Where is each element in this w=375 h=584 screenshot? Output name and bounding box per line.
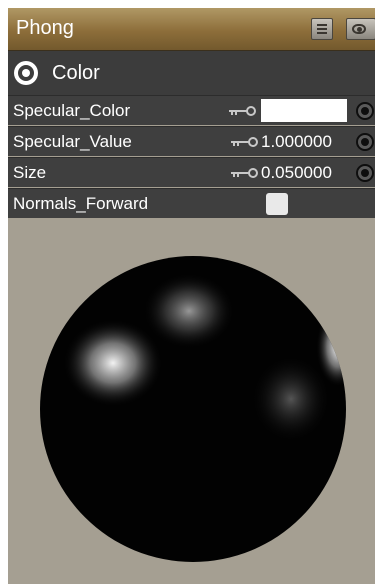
preview-sphere [40, 256, 346, 562]
property-row-specular-value: Specular_Value 1.000000 [8, 126, 375, 156]
key-icon[interactable] [230, 136, 258, 148]
size-value-field[interactable]: 0.050000 [261, 163, 332, 183]
panel-title: Phong [16, 17, 74, 39]
property-label: Normals_Forward [13, 194, 149, 213]
key-icon[interactable] [230, 167, 258, 179]
panel-title-bar: Phong [8, 8, 375, 51]
property-row-size: Size 0.050000 [8, 157, 375, 187]
property-label: Size [13, 163, 47, 182]
key-icon[interactable] [228, 105, 256, 117]
section-header-color[interactable]: Color [8, 51, 375, 95]
property-row-normals-forward: Normals_Forward [8, 188, 375, 218]
collapse-toggle-icon[interactable] [14, 61, 38, 85]
link-input-icon[interactable] [356, 102, 374, 120]
specular-color-swatch[interactable] [261, 99, 347, 122]
visibility-button[interactable] [346, 18, 375, 40]
link-input-icon[interactable] [356, 164, 374, 182]
link-input-icon[interactable] [356, 133, 374, 151]
shader-panel: Phong Color Specular_Color Specular_Valu… [8, 8, 375, 584]
shader-preview [8, 219, 375, 584]
property-row-specular-color: Specular_Color [8, 95, 375, 125]
list-button[interactable] [311, 18, 333, 40]
normals-forward-checkbox[interactable] [266, 193, 288, 215]
specular-value-field[interactable]: 1.000000 [261, 132, 332, 152]
section-label: Color [52, 62, 100, 84]
property-label: Specular_Value [13, 132, 132, 151]
property-label: Specular_Color [13, 101, 131, 120]
